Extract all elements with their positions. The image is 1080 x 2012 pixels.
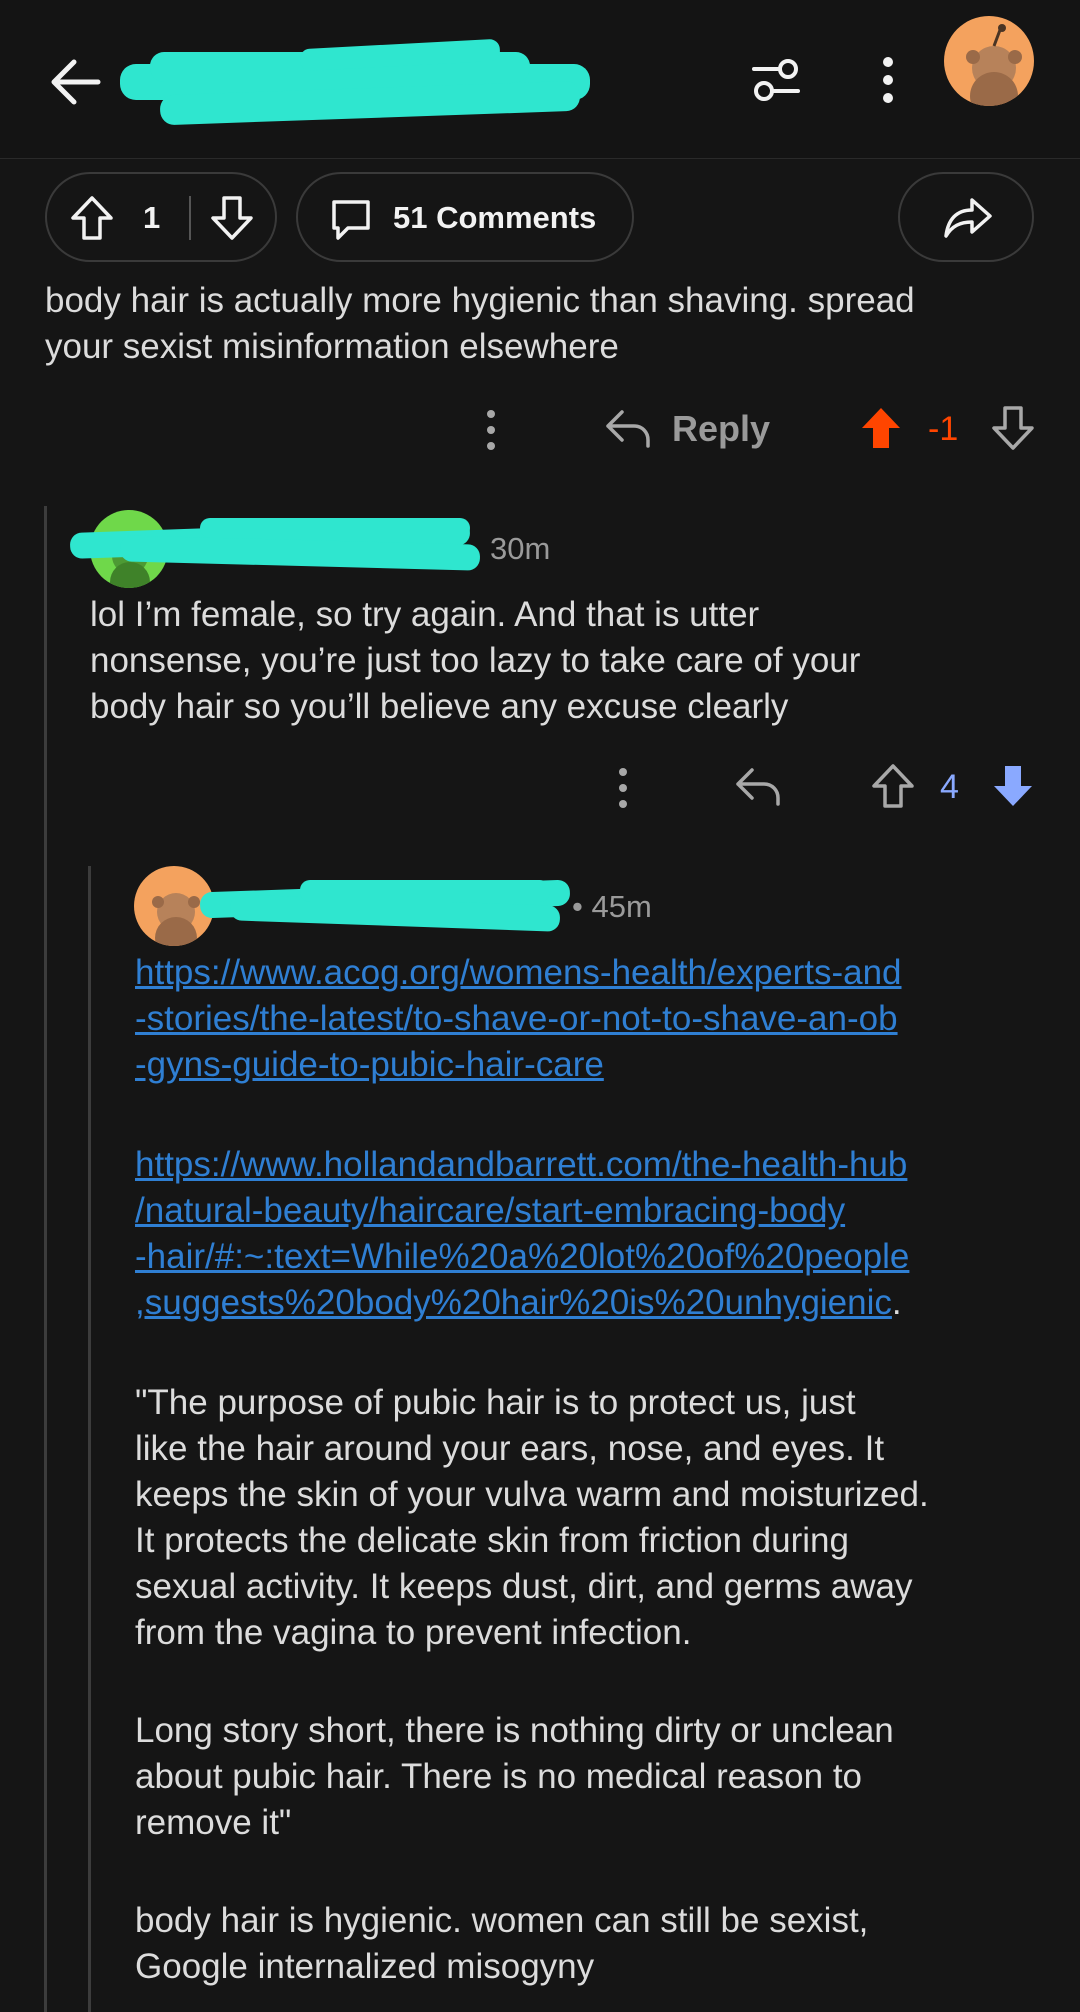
filter-button[interactable] [748,52,804,108]
more-options-button[interactable] [864,52,912,108]
reply-label: Reply [672,408,771,449]
reply-arrow-icon [606,410,650,448]
share-button[interactable] [898,172,1034,262]
reply-arrow-icon[interactable] [734,764,782,808]
downvote-filled-icon[interactable] [990,762,1036,810]
comments-label: 51 Comments [393,200,597,235]
quoted-paragraph: "The purpose of pubic hair is to protect… [135,1383,929,1652]
vote-divider [189,196,191,240]
source-link-block: https://www.hollandandbarrett.com/the-he… [135,1142,1055,1326]
thread-line-level-1[interactable] [44,506,47,2012]
source-link[interactable]: https://www.acog.org/womens-health/exper… [135,950,1055,1088]
arrow-left-icon [51,59,101,105]
comment-closing: body hair is hygienic. women can still b… [135,1901,869,1986]
vote-count: 1 [143,200,161,235]
arrow-up-icon[interactable] [69,194,115,242]
sliders-icon [752,59,800,101]
vertical-dots-icon [883,57,893,103]
upvote-filled-icon[interactable] [858,404,904,452]
link-trailing-period: . [891,1283,902,1322]
comment-body: lol I’m female, so try again. And that i… [90,595,861,726]
comment-more-icon[interactable] [476,408,506,452]
snoo-avatar-icon [944,16,1034,106]
share-arrow-icon [944,198,992,238]
comment-score: -1 [928,410,959,448]
comment-more-icon[interactable] [608,766,638,810]
quoted-paragraph: Long story short, there is nothing dirty… [135,1711,894,1842]
user-avatar[interactable] [944,16,1034,106]
top-bar [0,0,1080,159]
source-link[interactable]: https://www.hollandandbarrett.com/the-he… [135,1145,909,1322]
speech-bubble-icon [332,200,370,240]
comment-score: 4 [940,768,959,806]
arrow-down-icon[interactable] [990,404,1036,452]
back-button[interactable] [44,50,108,114]
reply-button[interactable]: Reply [604,404,774,456]
comments-button[interactable]: 51 Comments [296,172,634,262]
arrow-up-icon[interactable] [870,762,916,810]
arrow-down-icon[interactable] [209,194,255,242]
comment-timestamp: 30m [490,531,551,566]
thread-line-level-2[interactable] [88,866,91,2012]
comment-body: body hair is actually more hygienic than… [45,281,915,366]
vote-pill: 1 [45,172,277,262]
comment-timestamp: • 45m [572,889,652,924]
